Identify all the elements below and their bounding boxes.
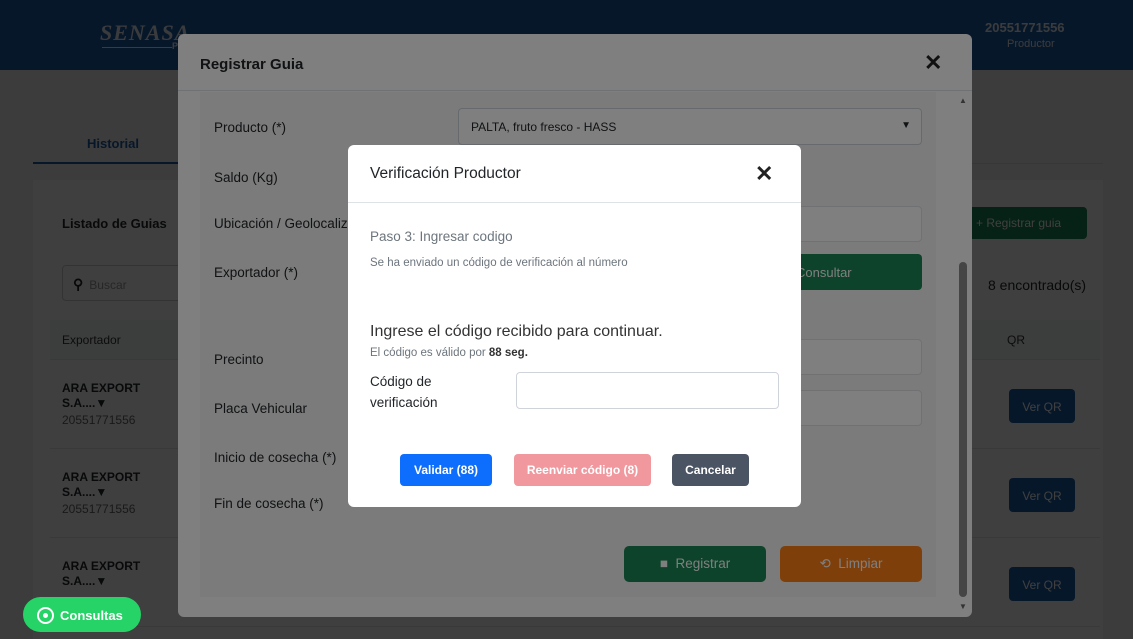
verification-code-input[interactable] (516, 372, 779, 409)
whatsapp-icon (37, 607, 54, 624)
sent-message: Se ha enviado un código de verificación … (370, 257, 628, 269)
code-prompt: Ingrese el código recibido para continua… (370, 323, 663, 340)
whatsapp-consultas-button[interactable]: Consultas (23, 597, 141, 632)
reenviar-codigo-button[interactable]: Reenviar código (8) (514, 454, 651, 486)
whatsapp-label: Consultas (60, 608, 123, 623)
validar-button[interactable]: Validar (88) (400, 454, 492, 486)
modal-header: Verificación Productor ✕ (348, 145, 801, 203)
code-label: Código de verificación (370, 374, 438, 410)
modal-title: Verificación Productor (370, 165, 521, 182)
validity-countdown: 88 seg. (488, 347, 528, 359)
close-icon[interactable]: ✕ (755, 161, 773, 187)
step-text: Paso 3: Ingresar codigo (370, 229, 513, 244)
validity-text: El código es válido por 88 seg. (370, 347, 528, 359)
verificacion-productor-modal: Verificación Productor ✕ Paso 3: Ingresa… (348, 145, 801, 507)
cancel-button[interactable]: Cancelar (672, 454, 749, 486)
